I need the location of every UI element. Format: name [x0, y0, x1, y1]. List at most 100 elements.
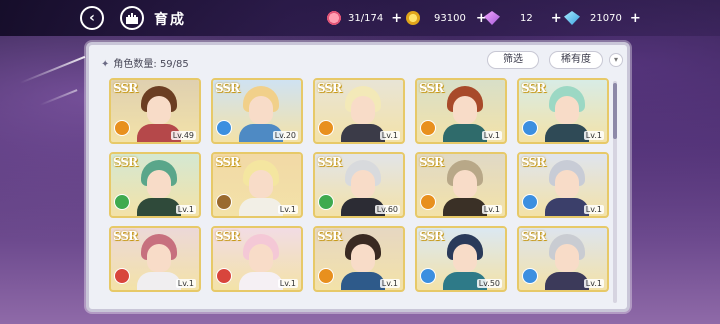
page-title: 育成: [154, 12, 186, 28]
character-card[interactable]: SSR Lv.1: [313, 226, 405, 292]
character-face: [351, 170, 375, 198]
character-card[interactable]: SSR Lv.50: [415, 226, 507, 292]
element-icon: [420, 120, 436, 136]
character-count-label: 角色数量: 59/85: [113, 59, 189, 70]
level-label: Lv.1: [583, 131, 604, 140]
character-face: [555, 170, 579, 198]
character-face: [147, 170, 171, 198]
character-card[interactable]: SSR Lv.1: [211, 152, 303, 218]
element-icon: [318, 194, 334, 210]
rarity-badge: SSR: [113, 155, 138, 169]
candy-count: 31/174: [348, 12, 384, 24]
level-label: Lv.1: [379, 279, 400, 288]
character-card[interactable]: SSR Lv.1: [211, 226, 303, 292]
character-outfit: [443, 198, 487, 216]
back-button[interactable]: ‹: [80, 6, 104, 30]
coin-count: 93100: [434, 12, 466, 24]
element-icon: [114, 120, 130, 136]
top-bar: ‹ 育成 31/174 + 93100 + 12 + 21070 +: [0, 0, 720, 36]
character-portrait: [443, 160, 487, 216]
character-card[interactable]: SSR Lv.1: [415, 78, 507, 144]
character-card[interactable]: SSR Lv.1: [109, 226, 201, 292]
chevron-left-icon: ‹: [89, 10, 95, 26]
rarity-badge: SSR: [419, 229, 444, 243]
character-face: [249, 170, 273, 198]
scrollbar-thumb[interactable]: [613, 83, 617, 139]
character-outfit: [341, 124, 385, 142]
element-icon: [216, 268, 232, 284]
level-label: Lv.1: [583, 205, 604, 214]
element-icon: [114, 268, 130, 284]
character-portrait: [137, 234, 181, 290]
character-outfit: [545, 272, 589, 290]
character-card[interactable]: SSR Lv.1: [313, 78, 405, 144]
character-outfit: [239, 272, 283, 290]
character-count: ✦ 角色数量: 59/85: [101, 55, 189, 70]
rarity-badge: SSR: [419, 81, 444, 95]
character-card[interactable]: SSR Lv.1: [517, 78, 609, 144]
pink-gem-resource: 12 +: [484, 10, 562, 26]
add-candy-button[interactable]: +: [391, 11, 402, 26]
character-portrait: [545, 160, 589, 216]
level-label: Lv.1: [175, 205, 196, 214]
blue-gem-count: 21070: [590, 12, 622, 24]
chevron-down-icon: ▾: [613, 55, 618, 64]
level-label: Lv.1: [277, 205, 298, 214]
pink-gem-icon: [484, 11, 500, 25]
character-portrait: [443, 86, 487, 142]
character-card[interactable]: SSR Lv.60: [313, 152, 405, 218]
character-panel: ✦ 角色数量: 59/85 筛选 稀有度 ▾ SSR Lv.49 SSR Lv.20 SS…: [86, 42, 630, 312]
character-face: [351, 96, 375, 124]
character-outfit: [545, 198, 589, 216]
element-icon: [318, 120, 334, 136]
character-card[interactable]: SSR Lv.1: [109, 152, 201, 218]
element-icon: [114, 194, 130, 210]
level-label: Lv.1: [481, 205, 502, 214]
character-face: [147, 244, 171, 272]
level-label: Lv.1: [583, 279, 604, 288]
character-face: [249, 96, 273, 124]
level-label: Lv.49: [170, 131, 196, 140]
character-face: [453, 170, 477, 198]
character-outfit: [443, 124, 487, 142]
rarity-badge: SSR: [521, 155, 546, 169]
character-portrait: [137, 160, 181, 216]
coin-resource: 93100 +: [406, 10, 487, 26]
character-portrait: [239, 160, 283, 216]
element-icon: [420, 268, 436, 284]
rarity-sort-button[interactable]: 稀有度: [549, 51, 603, 69]
character-outfit: [545, 124, 589, 142]
candy-resource: 31/174 +: [326, 10, 402, 26]
home-button[interactable]: [120, 6, 144, 30]
character-portrait: [239, 234, 283, 290]
character-outfit: [239, 198, 283, 216]
sparkle-icon: ✦: [101, 59, 110, 70]
rarity-badge: SSR: [113, 229, 138, 243]
rarity-badge: SSR: [317, 155, 342, 169]
character-face: [351, 244, 375, 272]
sort-order-button[interactable]: ▾: [609, 53, 623, 67]
element-icon: [522, 194, 538, 210]
element-icon: [216, 194, 232, 210]
rarity-badge: SSR: [215, 81, 240, 95]
candy-icon: [326, 11, 342, 25]
character-card[interactable]: SSR Lv.1: [517, 152, 609, 218]
character-portrait: [545, 86, 589, 142]
rarity-badge: SSR: [317, 229, 342, 243]
character-card[interactable]: SSR Lv.20: [211, 78, 303, 144]
add-pink-gem-button[interactable]: +: [551, 11, 562, 26]
character-face: [555, 244, 579, 272]
character-portrait: [341, 86, 385, 142]
character-portrait: [341, 234, 385, 290]
filter-button[interactable]: 筛选: [487, 51, 539, 69]
character-card[interactable]: SSR Lv.49: [109, 78, 201, 144]
character-card[interactable]: SSR Lv.1: [517, 226, 609, 292]
element-icon: [420, 194, 436, 210]
coin-icon: [406, 11, 420, 25]
level-label: Lv.20: [272, 131, 298, 140]
character-card[interactable]: SSR Lv.1: [415, 152, 507, 218]
add-blue-gem-button[interactable]: +: [630, 11, 641, 26]
character-outfit: [137, 272, 181, 290]
rarity-badge: SSR: [215, 229, 240, 243]
light-streak: [39, 89, 78, 106]
